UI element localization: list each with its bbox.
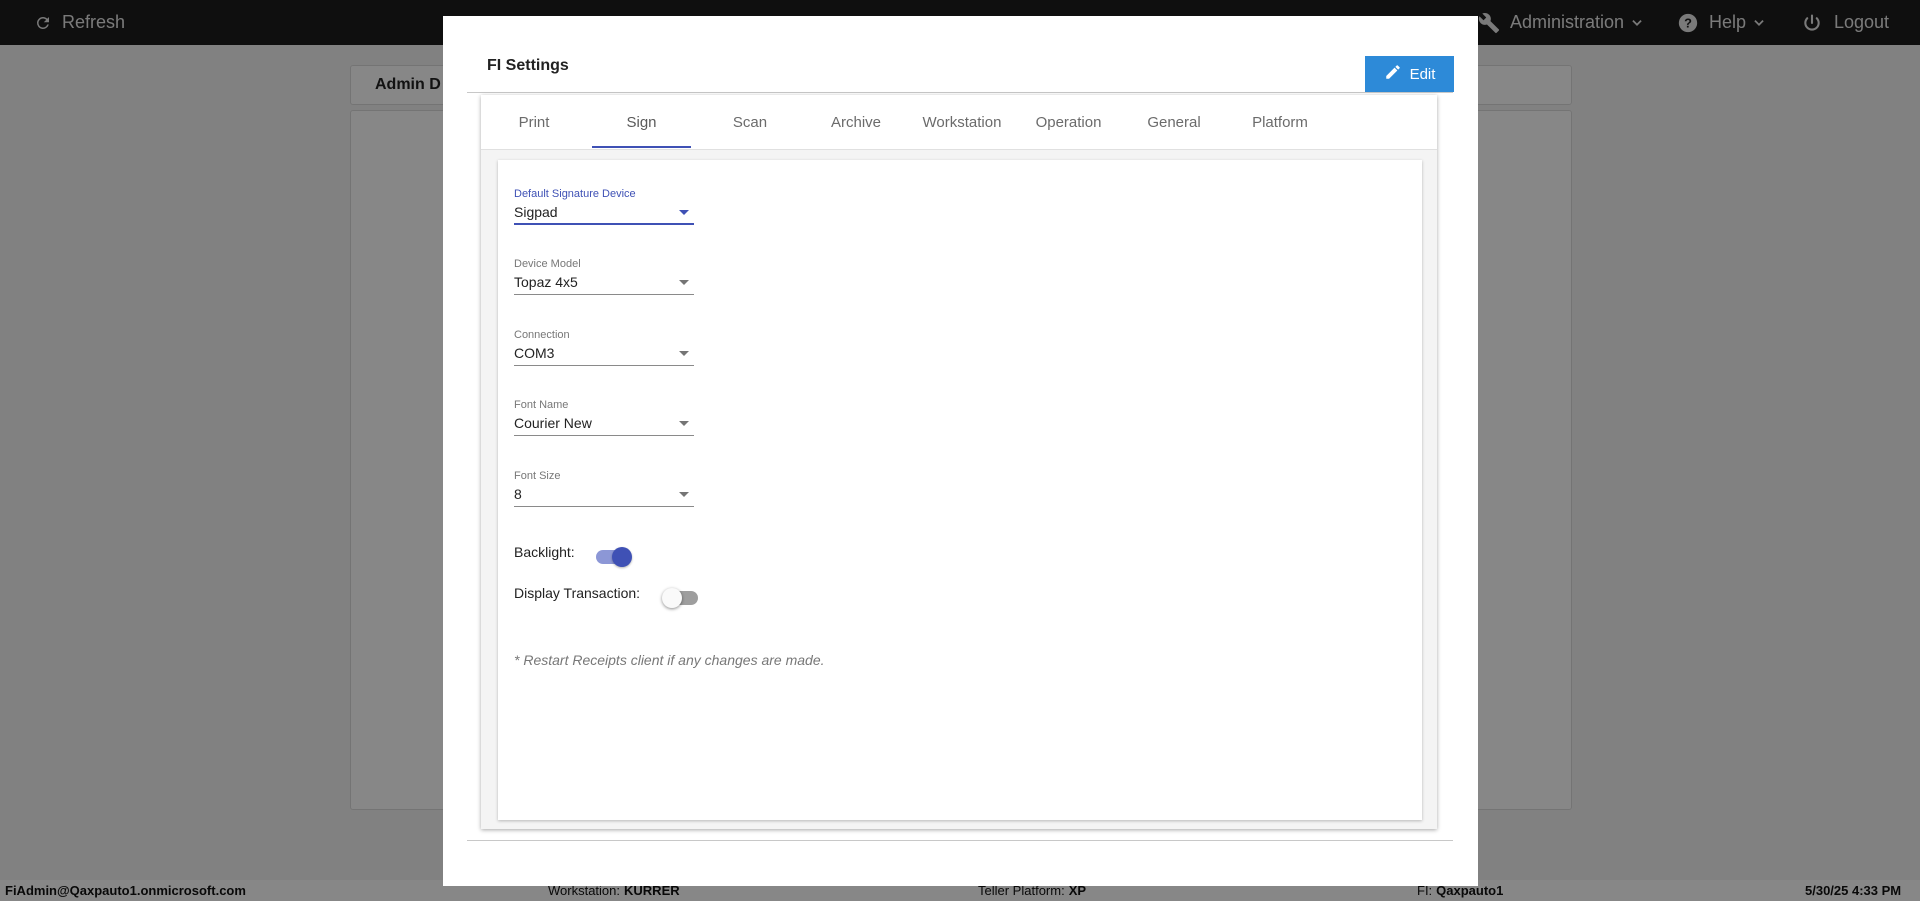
- field-value: Courier New: [514, 415, 592, 431]
- font-size-select[interactable]: Font Size 8: [514, 470, 694, 512]
- field-value: 8: [514, 486, 522, 502]
- tab-print[interactable]: Print: [481, 95, 587, 149]
- field-label: Device Model: [514, 258, 581, 270]
- default-signature-device-select[interactable]: Default Signature Device Sigpad: [514, 188, 694, 230]
- restart-note: * Restart Receipts client if any changes…: [514, 652, 825, 668]
- field-value: COM3: [514, 345, 555, 361]
- field-value: Sigpad: [514, 204, 558, 220]
- field-label: Font Size: [514, 470, 561, 482]
- field-underline: [514, 506, 694, 507]
- edit-button[interactable]: Edit: [1365, 56, 1454, 92]
- field-underline: [514, 223, 694, 225]
- dialog-title: FI Settings: [487, 57, 569, 74]
- backlight-toggle[interactable]: [596, 547, 632, 567]
- tab-workstation[interactable]: Workstation: [908, 95, 1016, 149]
- field-label: Font Name: [514, 399, 569, 411]
- field-underline: [514, 294, 694, 295]
- dropdown-arrow-icon: [679, 421, 689, 426]
- display-transaction-label: Display Transaction:: [514, 585, 641, 601]
- dialog-divider: [467, 840, 1453, 841]
- pencil-icon: [1384, 63, 1402, 85]
- field-underline: [514, 435, 694, 436]
- field-value: Topaz 4x5: [514, 274, 578, 290]
- display-transaction-toggle[interactable]: [662, 588, 698, 608]
- dropdown-arrow-icon: [679, 210, 689, 215]
- settings-tabs: Print Sign Scan Archive Workstation Oper…: [481, 95, 1437, 150]
- field-label: Connection: [514, 329, 570, 341]
- dialog-header: FI Settings: [467, 40, 1453, 93]
- tab-archive[interactable]: Archive: [804, 95, 908, 149]
- dropdown-arrow-icon: [679, 351, 689, 356]
- font-name-select[interactable]: Font Name Courier New: [514, 399, 694, 441]
- tab-operation[interactable]: Operation: [1016, 95, 1121, 149]
- tab-sign[interactable]: Sign: [592, 95, 691, 149]
- active-tab-indicator: [592, 146, 691, 148]
- toggle-thumb: [612, 547, 632, 567]
- backlight-label: Backlight:: [514, 544, 575, 560]
- tab-general[interactable]: General: [1121, 95, 1227, 149]
- field-label: Default Signature Device: [514, 188, 636, 200]
- toggle-thumb: [662, 588, 682, 608]
- field-underline: [514, 365, 694, 366]
- dropdown-arrow-icon: [679, 492, 689, 497]
- device-model-select[interactable]: Device Model Topaz 4x5: [514, 258, 694, 300]
- edit-label: Edit: [1409, 65, 1436, 83]
- tab-scan[interactable]: Scan: [696, 95, 804, 149]
- dropdown-arrow-icon: [679, 280, 689, 285]
- tab-platform[interactable]: Platform: [1227, 95, 1333, 149]
- connection-select[interactable]: Connection COM3: [514, 329, 694, 371]
